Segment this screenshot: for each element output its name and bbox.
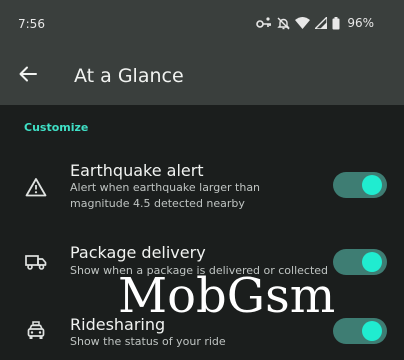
back-button[interactable] [14,62,42,90]
taxi-icon [22,317,50,345]
setting-title: Package delivery [70,243,206,262]
key-icon [256,17,272,29]
setting-title: Earthquake alert [70,161,204,180]
status-icons: 96% [256,16,374,30]
wifi-icon [295,17,311,29]
battery-percent: 96% [347,16,374,30]
package-delivery-toggle[interactable] [333,249,387,275]
watermark-text: MobGsm [118,268,336,324]
earthquake-alert-toggle[interactable] [333,172,387,198]
page-title: At a Glance [74,65,184,87]
toggle-thumb [362,175,382,195]
truck-icon [22,248,50,276]
setting-subtitle: Show the status of your ride [70,335,226,348]
status-bar: 7:56 96% [0,0,404,50]
setting-row-earthquake-alert[interactable]: Earthquake alert Alert when earthquake l… [0,158,404,218]
toggle-thumb [362,321,382,341]
warning-triangle-icon [22,173,50,201]
cell-signal-icon [315,17,328,29]
section-header-customize: Customize [24,121,89,134]
ridesharing-toggle[interactable] [333,318,387,344]
back-arrow-icon [19,66,37,86]
toggle-thumb [362,252,382,272]
status-time: 7:56 [18,17,45,31]
battery-icon [332,16,340,30]
setting-subtitle: Alert when earthquake larger than magnit… [70,181,261,210]
mute-bell-icon [277,17,291,30]
app-bar: At a Glance [0,50,404,105]
